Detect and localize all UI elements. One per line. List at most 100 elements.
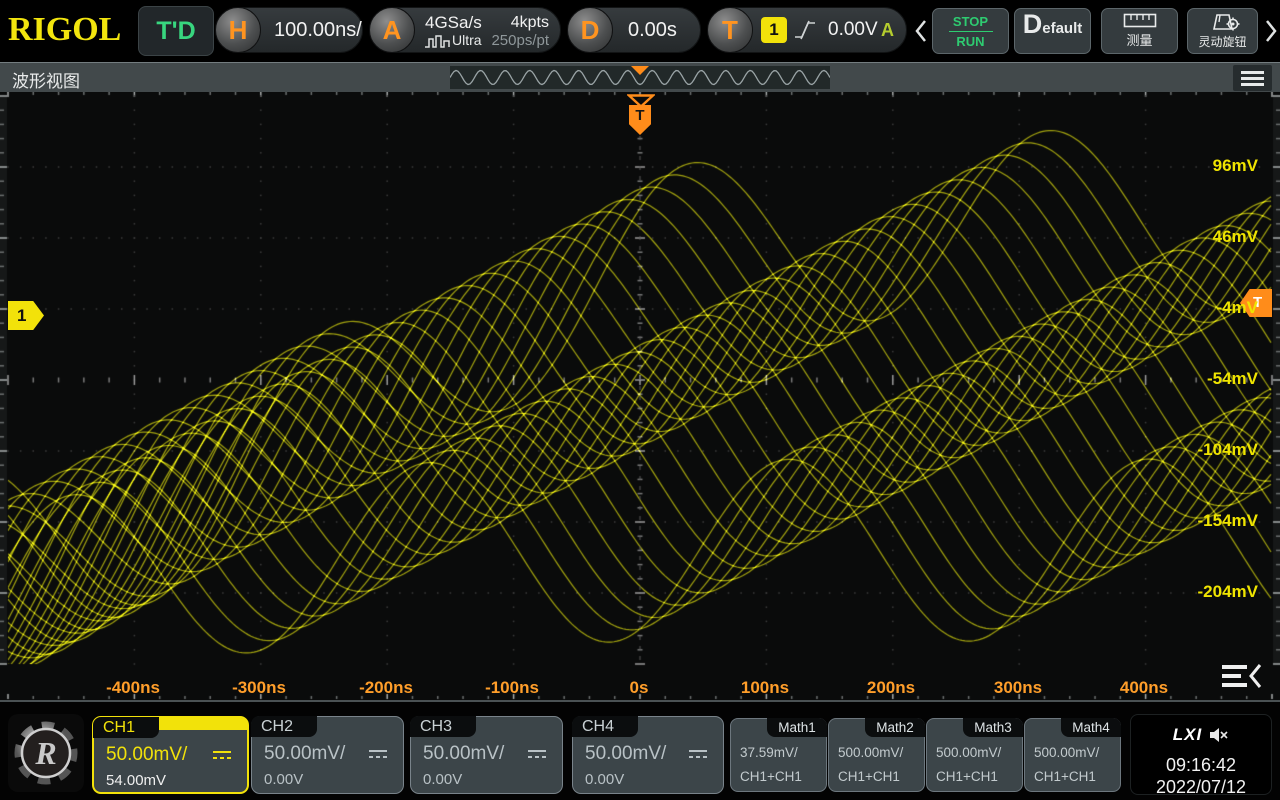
lxi-logo: LXI	[1173, 725, 1202, 745]
menu-icon[interactable]	[1233, 65, 1272, 91]
channel-box-ch1[interactable]: CH1 50.00mV/ 54.00mV	[92, 716, 249, 794]
acquire-mode-icon	[424, 34, 450, 49]
trigger-sweep-mode: A	[881, 8, 894, 52]
x-axis-label: -300ns	[214, 678, 304, 698]
math3-scale: 500.00mV/	[936, 745, 1001, 760]
acquisition-knob-button[interactable]: A	[369, 7, 415, 53]
toolbar-scroll-right-icon[interactable]	[1264, 19, 1278, 43]
stop-run-divider	[949, 31, 993, 32]
view-title: 波形视图	[12, 67, 80, 92]
y-axis-label: -54mV	[1168, 369, 1258, 389]
channel-box-ch4[interactable]: CH4 50.00mV/ 0.00V	[572, 716, 724, 794]
default-label-rest: efault	[1042, 20, 1082, 37]
speaker-muted-icon	[1209, 727, 1229, 743]
channel-box-ch3[interactable]: CH3 50.00mV/ 0.00V	[410, 716, 563, 794]
bottom-bar: R CH1 50.00mV/ 54.00mV CH2 50.00mV/ 0.00…	[0, 700, 1280, 800]
scope-display: T 1 T 96mV 46mV -4mV -54mV -104mV -154mV…	[0, 92, 1280, 700]
waveform-canvas[interactable]	[0, 92, 1280, 700]
y-axis-label: 96mV	[1168, 156, 1258, 176]
trigger-edge-icon	[793, 19, 817, 41]
delay-knob-button[interactable]: D	[567, 7, 613, 53]
knob-gear-icon	[1206, 13, 1240, 31]
ruler-icon	[1123, 13, 1157, 28]
x-axis-label: -100ns	[467, 678, 557, 698]
math3-expression: CH1+CH1	[936, 769, 998, 784]
ch2-scale: 50.00mV/	[264, 743, 345, 765]
math-box-math2[interactable]: Math2 500.00mV/ CH1+CH1	[828, 718, 925, 792]
ch1-scale: 50.00mV/	[106, 744, 187, 766]
waveform-view-bar: 波形视图	[0, 62, 1280, 92]
sample-resolution: 250ps/pt	[491, 32, 549, 49]
default-button[interactable]: Default	[1014, 8, 1091, 54]
math1-scale: 37.59mV/	[740, 745, 798, 760]
top-toolbar: RIGOL T'D 100.00ns/ H 4GSa/s 4kpts Ultra…	[0, 0, 1280, 62]
y-axis-label: -4mV	[1168, 298, 1258, 318]
run-label: RUN	[956, 34, 984, 49]
ch2-offset: 0.00V	[264, 771, 303, 788]
y-axis-label: -104mV	[1168, 440, 1258, 460]
math4-expression: CH1+CH1	[1034, 769, 1096, 784]
math4-scale: 500.00mV/	[1034, 745, 1099, 760]
trigger-knob-button[interactable]: T	[707, 7, 753, 53]
ch3-scale: 50.00mV/	[423, 743, 504, 765]
flex-knob-button[interactable]: 灵动旋钮	[1187, 8, 1258, 54]
math1-expression: CH1+CH1	[740, 769, 802, 784]
ch1-active-strip	[158, 718, 248, 730]
x-axis-label: 400ns	[1099, 678, 1189, 698]
toolbar-scroll-left-icon[interactable]	[914, 19, 928, 43]
ch1-coupling-icon	[213, 751, 231, 760]
ch3-coupling-icon	[528, 750, 546, 759]
x-axis-label: -200ns	[341, 678, 431, 698]
ch1-offset: 54.00mV	[106, 772, 166, 789]
math2-scale: 500.00mV/	[838, 745, 903, 760]
ch4-offset: 0.00V	[585, 771, 624, 788]
math4-tab: Math4	[1061, 718, 1121, 737]
svg-text:R: R	[34, 735, 56, 771]
math3-tab: Math3	[963, 718, 1023, 737]
x-axis-label: 300ns	[973, 678, 1063, 698]
horizontal-knob-button[interactable]: H	[215, 7, 261, 53]
flex-knob-label: 灵动旋钮	[1198, 33, 1246, 50]
trigger-status-badge: T'D	[138, 6, 214, 56]
delay-value: 0.00s	[628, 8, 677, 52]
ch4-scale: 50.00mV/	[585, 743, 666, 765]
math-box-math4[interactable]: Math4 500.00mV/ CH1+CH1	[1024, 718, 1121, 792]
memory-depth: 4kpts	[511, 14, 549, 32]
rigol-logo: RIGOL	[8, 11, 121, 49]
math-box-math1[interactable]: Math1 37.59mV/ CH1+CH1	[730, 718, 827, 792]
results-collapse-icon[interactable]	[1222, 663, 1264, 693]
trigger-level-value: 0.00V	[828, 8, 878, 52]
math2-tab: Math2	[865, 718, 925, 737]
status-clock-box[interactable]: LXI 09:16:42 2022/07/12	[1130, 714, 1272, 795]
math-box-math3[interactable]: Math3 500.00mV/ CH1+CH1	[926, 718, 1023, 792]
ch2-coupling-icon	[369, 750, 387, 759]
stop-label: STOP	[953, 14, 988, 29]
horizontal-scale-value: 100.00ns/	[274, 8, 362, 52]
ch3-tab: CH3	[410, 716, 476, 737]
y-axis-label: -204mV	[1168, 582, 1258, 602]
clock-date: 2022/07/12	[1131, 777, 1271, 798]
ch2-tab: CH2	[251, 716, 317, 737]
ch4-coupling-icon	[689, 750, 707, 759]
measure-button[interactable]: 测量	[1101, 8, 1178, 54]
y-axis-label: -154mV	[1168, 511, 1258, 531]
clock-time: 09:16:42	[1131, 755, 1271, 776]
trigger-source-badge: 1	[761, 17, 787, 43]
oscilloscope-screen: RIGOL T'D 100.00ns/ H 4GSa/s 4kpts Ultra…	[0, 0, 1280, 800]
x-axis-label: -400ns	[88, 678, 178, 698]
y-axis-label: 46mV	[1168, 227, 1258, 247]
math1-tab: Math1	[767, 718, 827, 737]
sample-rate: 4GSa/s	[425, 13, 482, 33]
x-axis-label: 100ns	[720, 678, 810, 698]
math2-expression: CH1+CH1	[838, 769, 900, 784]
ch1-tab: CH1	[93, 717, 159, 738]
preview-trigger-position-icon[interactable]	[631, 66, 649, 75]
ch3-offset: 0.00V	[423, 771, 462, 788]
measure-label: 测量	[1126, 30, 1152, 49]
acquire-mode-label: Ultra	[452, 32, 482, 48]
x-axis-label: 200ns	[846, 678, 936, 698]
channel-box-ch2[interactable]: CH2 50.00mV/ 0.00V	[251, 716, 404, 794]
default-label-initial: D	[1023, 9, 1043, 40]
stop-run-button[interactable]: STOP RUN	[932, 8, 1009, 54]
rigol-gear-logo[interactable]: R	[8, 714, 84, 792]
